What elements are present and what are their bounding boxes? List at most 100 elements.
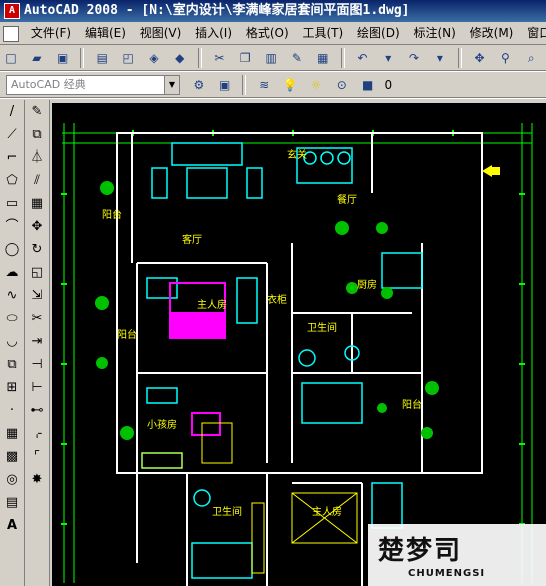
save-icon[interactable]: ▣ xyxy=(53,48,73,68)
sun-freeze-icon[interactable]: ☼ xyxy=(306,75,326,95)
window-title: AutoCAD 2008 - [N:\室内设计\李满峰家居套间平面图1.dwg] xyxy=(24,3,410,18)
polygon-icon[interactable]: ⬠ xyxy=(2,171,22,191)
view-arrow-marker xyxy=(482,165,492,177)
arc-icon[interactable]: ⌒ xyxy=(2,217,22,237)
mirror-icon[interactable]: ⏃ xyxy=(27,148,47,168)
polyline-icon[interactable]: ⌐ xyxy=(2,148,22,168)
watermark-logo: 楚梦司 CHUMENGSI xyxy=(368,524,546,586)
undo-icon[interactable]: ↶ xyxy=(352,48,372,68)
modify-toolbar: ✎ ⧉ ⏃ ⫽ ▦ ✥ ↻ ◱ ⇲ ✂ ⇥ ⊣ ⊢ ⊷ ⌌ ⌜ ✸ xyxy=(25,100,50,586)
menu-bar: 文件(F) 编辑(E) 视图(V) 插入(I) 格式(O) 工具(T) 绘图(D… xyxy=(0,22,546,45)
toolbar-separator xyxy=(80,48,85,68)
zoom-realtime-icon[interactable]: ⚲ xyxy=(495,48,515,68)
stretch-icon[interactable]: ⇲ xyxy=(27,286,47,306)
rectangle-icon[interactable]: ▭ xyxy=(2,194,22,214)
menu-insert[interactable]: 插入(I) xyxy=(190,22,237,44)
watermark-text: 楚梦司 xyxy=(378,536,463,566)
toolbar-separator xyxy=(242,75,247,95)
hatch-icon[interactable]: ▦ xyxy=(2,424,22,444)
table-icon[interactable]: ▤ xyxy=(2,493,22,513)
open-icon[interactable]: ▰ xyxy=(27,48,47,68)
revision-cloud-icon[interactable]: ☁ xyxy=(2,263,22,283)
match-properties-icon[interactable]: ✎ xyxy=(287,48,307,68)
gradient-icon[interactable]: ▩ xyxy=(2,447,22,467)
break-at-point-icon[interactable]: ⊣ xyxy=(27,355,47,375)
document-icon[interactable] xyxy=(3,26,19,42)
room-label: 阳台 xyxy=(102,208,122,221)
floor-plan-drawing: 阳台 客厅 餐厅 厨房 主人房 衣柜 卫生间 阳台 小孩房 卫生间 阳台 主人房… xyxy=(61,123,533,586)
draw-toolbar: / ⟋ ⌐ ⬠ ▭ ⌒ ◯ ☁ ∿ ⬭ ◡ ⧉ ⊞ · ▦ ▩ ◎ ▤ A xyxy=(0,100,25,586)
scale-icon[interactable]: ◱ xyxy=(27,263,47,283)
autocad-app-icon[interactable]: A xyxy=(4,3,20,19)
menu-modify[interactable]: 修改(M) xyxy=(465,22,519,44)
rotate-icon[interactable]: ↻ xyxy=(27,240,47,260)
cut-icon[interactable]: ✂ xyxy=(209,48,229,68)
join-icon[interactable]: ⊷ xyxy=(27,401,47,421)
print-icon[interactable]: ▤ xyxy=(92,48,112,68)
view-arrow-marker-tail xyxy=(492,167,500,175)
line-icon[interactable]: / xyxy=(2,102,22,122)
chevron-down-icon[interactable]: ▼ xyxy=(164,76,179,94)
menu-edit[interactable]: 编辑(E) xyxy=(80,22,131,44)
plot-icon[interactable]: ◆ xyxy=(170,48,190,68)
redo-icon[interactable]: ↷ xyxy=(404,48,424,68)
make-block-icon[interactable]: ⊞ xyxy=(2,378,22,398)
pan-icon[interactable]: ✥ xyxy=(470,48,490,68)
standard-toolbar: □ ▰ ▣ ▤ ◰ ◈ ◆ ✂ ❐ ▥ ✎ ▦ ↶ ▾ ↷ ▾ ✥ ⚲ ⌕ ⌖ … xyxy=(0,45,546,72)
region-icon[interactable]: ◎ xyxy=(2,470,22,490)
workspace-value: AutoCAD 经典 xyxy=(11,78,86,91)
layer-name[interactable]: 0 xyxy=(384,75,392,95)
watermark-subtext: CHUMENGSI xyxy=(408,568,486,579)
publish-icon[interactable]: ◈ xyxy=(144,48,164,68)
move-icon[interactable]: ✥ xyxy=(27,217,47,237)
toolbar-separator xyxy=(197,48,202,68)
explode-icon[interactable]: ✸ xyxy=(27,470,47,490)
layer-manager-icon[interactable]: ≋ xyxy=(254,75,274,95)
multiline-text-icon[interactable]: A xyxy=(2,516,22,536)
menu-file[interactable]: 文件(F) xyxy=(26,22,76,44)
ellipse-icon[interactable]: ⬭ xyxy=(2,309,22,329)
block-editor-icon[interactable]: ▦ xyxy=(313,48,333,68)
room-labels: 阳台 客厅 餐厅 厨房 主人房 衣柜 卫生间 阳台 小孩房 卫生间 阳台 主人房… xyxy=(102,148,422,518)
drawing-canvas[interactable]: 阳台 客厅 餐厅 厨房 主人房 衣柜 卫生间 阳台 小孩房 卫生间 阳台 主人房… xyxy=(52,103,546,586)
menu-format[interactable]: 格式(O) xyxy=(241,22,294,44)
paste-icon[interactable]: ▥ xyxy=(261,48,281,68)
menu-draw[interactable]: 绘图(D) xyxy=(352,22,405,44)
copy-icon[interactable]: ❐ xyxy=(235,48,255,68)
lightbulb-icon[interactable]: 💡 xyxy=(280,75,300,95)
construction-line-icon[interactable]: ⟋ xyxy=(2,125,22,145)
my-workspace-icon[interactable]: ▣ xyxy=(215,75,235,95)
redo-dropdown-icon[interactable]: ▾ xyxy=(430,48,450,68)
erase-icon[interactable]: ✎ xyxy=(27,102,47,122)
workspace-select[interactable]: AutoCAD 经典 ▼ xyxy=(6,75,180,95)
copy-object-icon[interactable]: ⧉ xyxy=(27,125,47,145)
new-icon[interactable]: □ xyxy=(1,48,21,68)
preview-icon[interactable]: ◰ xyxy=(118,48,138,68)
workspace-settings-icon[interactable]: ⚙ xyxy=(189,75,209,95)
menu-window[interactable]: 窗口(W) xyxy=(522,22,546,44)
menu-tools[interactable]: 工具(T) xyxy=(298,22,349,44)
menu-dimension[interactable]: 标注(N) xyxy=(408,22,460,44)
offset-icon[interactable]: ⫽ xyxy=(27,171,47,191)
room-label: 衣柜 xyxy=(267,293,287,306)
room-label: 玄关 xyxy=(287,148,307,161)
room-label: 主人房 xyxy=(197,298,227,311)
toolbar-separator xyxy=(457,48,462,68)
menu-view[interactable]: 视图(V) xyxy=(135,22,187,44)
insert-block-icon[interactable]: ⧉ xyxy=(2,355,22,375)
extend-icon[interactable]: ⇥ xyxy=(27,332,47,352)
trim-icon[interactable]: ✂ xyxy=(27,309,47,329)
undo-dropdown-icon[interactable]: ▾ xyxy=(378,48,398,68)
point-icon[interactable]: · xyxy=(2,401,22,421)
spline-icon[interactable]: ∿ xyxy=(2,286,22,306)
room-label: 客厅 xyxy=(182,233,202,246)
array-icon[interactable]: ▦ xyxy=(27,194,47,214)
circle-icon[interactable]: ◯ xyxy=(2,240,22,260)
fillet-icon[interactable]: ⌜ xyxy=(27,447,47,467)
lock-icon[interactable]: ⊙ xyxy=(332,75,352,95)
ellipse-arc-icon[interactable]: ◡ xyxy=(2,332,22,352)
break-icon[interactable]: ⊢ xyxy=(27,378,47,398)
layer-color-icon[interactable]: ■ xyxy=(358,75,378,95)
zoom-window-icon[interactable]: ⌕ xyxy=(521,48,541,68)
chamfer-icon[interactable]: ⌌ xyxy=(27,424,47,444)
